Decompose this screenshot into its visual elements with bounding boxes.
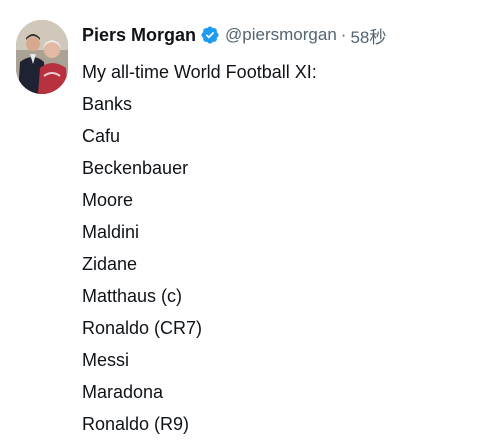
tweet-line: Matthaus (c) bbox=[82, 286, 183, 306]
tweet-line: Moore bbox=[82, 190, 134, 210]
tweet-line: Maldini bbox=[82, 222, 140, 242]
tweet-line: My all-time World Football XI: bbox=[82, 62, 317, 82]
tweet-text: My all-time World Football XI: Banks Caf… bbox=[82, 56, 317, 440]
tweet-line: Messi bbox=[82, 350, 130, 370]
author-avatar[interactable] bbox=[16, 20, 68, 94]
header-separator: · bbox=[340, 25, 347, 44]
tweet-line: Banks bbox=[82, 94, 133, 114]
tweet-line: Beckenbauer bbox=[82, 158, 189, 178]
tweet-line: Cafu bbox=[82, 126, 121, 146]
verified-badge-icon[interactable] bbox=[200, 25, 220, 45]
author-name[interactable]: Piers Morgan bbox=[82, 25, 196, 46]
tweet-header: Piers Morgan @piersmorgan · 58秒 bbox=[82, 22, 386, 48]
tweet-timestamp[interactable]: 58秒 bbox=[350, 23, 386, 48]
tweet-line: Zidane bbox=[82, 254, 138, 274]
tweet-line: Ronaldo (CR7) bbox=[82, 318, 203, 338]
profile-photo-icon bbox=[16, 20, 68, 94]
tweet-card[interactable]: Piers Morgan @piersmorgan · 58秒 My all-t… bbox=[0, 0, 500, 440]
author-handle[interactable]: @piersmorgan bbox=[225, 25, 337, 45]
tweet-line: Ronaldo (R9) bbox=[82, 414, 190, 434]
tweet-line: Maradona bbox=[82, 382, 164, 402]
